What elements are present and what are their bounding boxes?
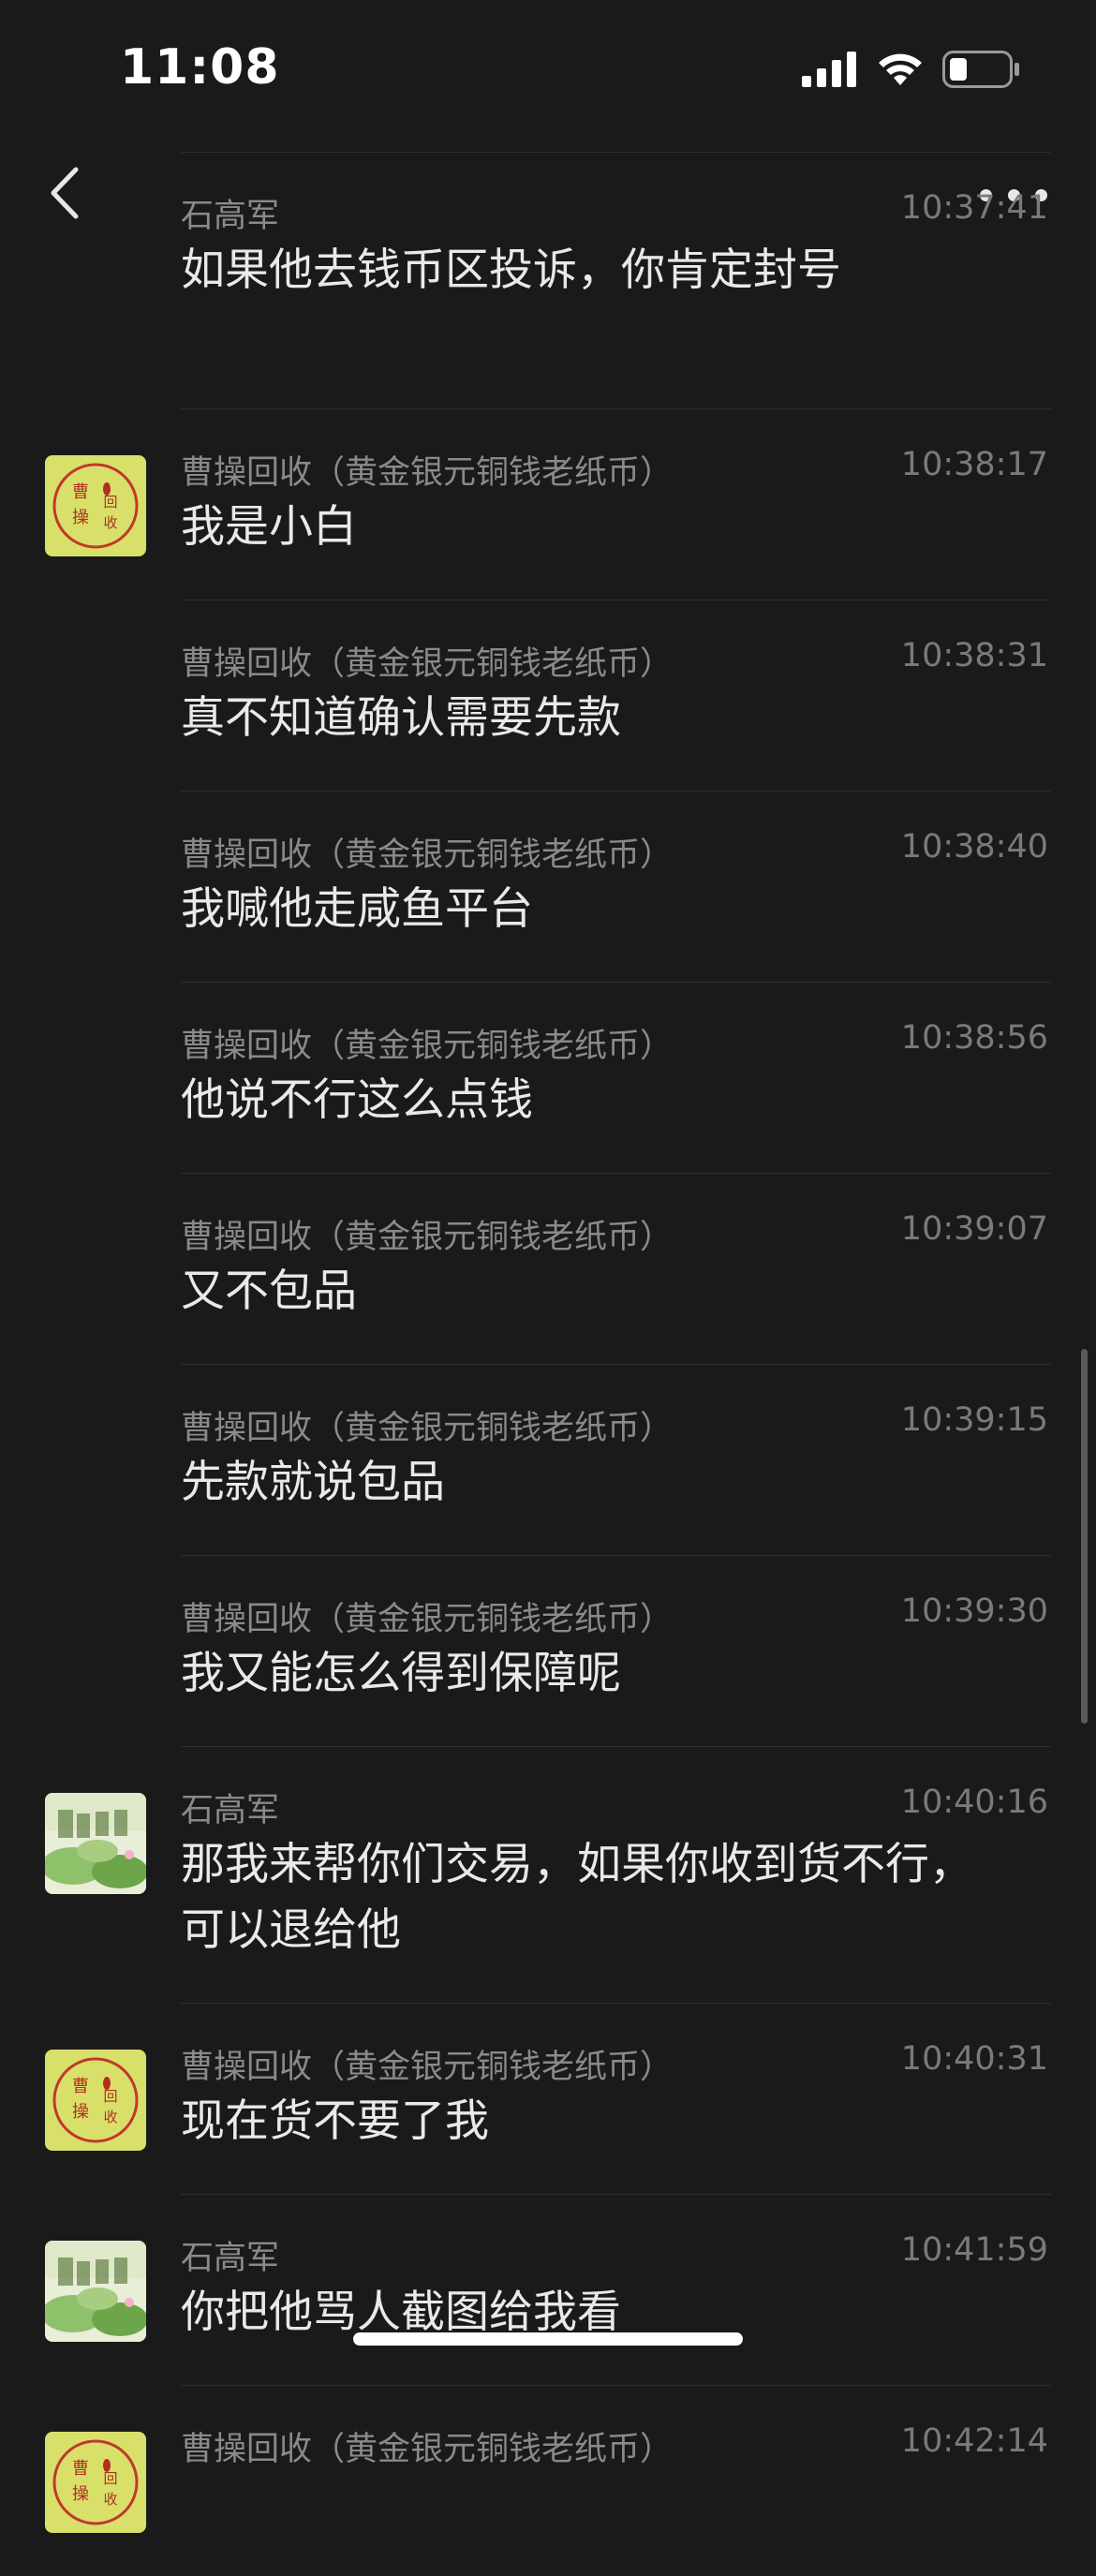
avatar-caocao[interactable]: 曹操回收 <box>45 455 146 556</box>
message-row[interactable]: 石高军 10:41:59 你把他骂人截图给我看 <box>0 2194 1096 2385</box>
caocao-seal-icon: 曹操回收 <box>45 455 146 556</box>
svg-text:曹: 曹 <box>72 2459 89 2479</box>
caocao-seal-icon: 曹操回收 <box>45 2050 146 2151</box>
battery-icon <box>942 51 1019 88</box>
message-time: 10:38:56 <box>900 1019 1048 1057</box>
svg-text:操: 操 <box>72 508 89 527</box>
landscape-painting-icon <box>45 1793 146 1894</box>
message-text[interactable]: 真不知道确认需要先款 <box>181 686 1002 751</box>
message-divider <box>181 1173 1051 1174</box>
message-sender: 曹操回收（黄金银元铜钱老纸币） <box>181 1601 674 1638</box>
status-icons <box>802 51 1021 88</box>
svg-text:回: 回 <box>103 2470 117 2487</box>
message-divider <box>181 2194 1051 2195</box>
message-divider <box>181 1555 1051 1556</box>
message-divider <box>181 1746 1051 1747</box>
message-text[interactable]: 他说不行这么点钱 <box>181 1068 1002 1133</box>
message-text[interactable]: 我是小白 <box>181 495 1002 560</box>
avatar-caocao[interactable]: 曹操回收 <box>45 2050 146 2151</box>
message-row[interactable]: 曹操回收曹操回收（黄金银元铜钱老纸币） 10:42:14 <box>0 2385 1096 2576</box>
message-time: 10:39:30 <box>900 1592 1048 1630</box>
message-time: 10:40:16 <box>900 1784 1048 1821</box>
svg-text:收: 收 <box>103 2491 117 2508</box>
message-time: 10:37:41 <box>900 189 1048 227</box>
message-time: 10:40:31 <box>900 2040 1048 2078</box>
message-time: 10:38:40 <box>900 828 1048 866</box>
wifi-icon <box>879 53 922 85</box>
message-row[interactable]: 曹操回收（黄金银元铜钱老纸币） 10:38:56 他说不行这么点钱 <box>0 982 1096 1173</box>
message-sender: 曹操回收（黄金银元铜钱老纸币） <box>181 1219 674 1256</box>
svg-text:操: 操 <box>72 2484 89 2504</box>
status-bar: 11:08 <box>0 0 1096 141</box>
message-sender: 曹操回收（黄金银元铜钱老纸币） <box>181 2431 674 2468</box>
message-sender: 曹操回收（黄金银元铜钱老纸币） <box>181 1028 674 1065</box>
message-row[interactable]: 石高军 10:37:41 如果他去钱币区投诉，你肯定封号 <box>0 152 1096 408</box>
message-time: 10:42:14 <box>900 2422 1048 2460</box>
message-row[interactable]: 曹操回收（黄金银元铜钱老纸币） 10:39:30 我又能怎么得到保障呢 <box>0 1555 1096 1746</box>
message-row[interactable]: 曹操回收（黄金银元铜钱老纸币） 10:39:07 又不包品 <box>0 1173 1096 1364</box>
message-text[interactable]: 现在货不要了我 <box>181 2089 1002 2154</box>
message-divider <box>181 791 1051 792</box>
svg-text:曹: 曹 <box>72 2077 89 2096</box>
message-sender: 曹操回收（黄金银元铜钱老纸币） <box>181 645 674 683</box>
message-row[interactable]: 石高军 10:40:16 那我来帮你们交易，如果你收到货不行，可以退给他 <box>0 1746 1096 2003</box>
svg-text:收: 收 <box>103 2109 117 2125</box>
message-text[interactable]: 先款就说包品 <box>181 1450 1002 1516</box>
svg-text:回: 回 <box>103 494 117 511</box>
landscape-painting-icon <box>45 2241 146 2342</box>
svg-text:曹: 曹 <box>72 482 89 502</box>
message-time: 10:39:15 <box>900 1401 1048 1439</box>
message-sender: 石高军 <box>181 198 280 235</box>
scrollbar[interactable] <box>1081 1349 1088 1724</box>
message-sender: 曹操回收（黄金银元铜钱老纸币） <box>181 454 674 492</box>
caocao-seal-icon: 曹操回收 <box>45 2432 146 2533</box>
message-divider <box>181 982 1051 983</box>
message-divider <box>181 2003 1051 2004</box>
message-row[interactable]: 曹操回收（黄金银元铜钱老纸币） 10:38:40 我喊他走咸鱼平台 <box>0 791 1096 982</box>
message-time: 10:38:31 <box>900 637 1048 674</box>
message-text[interactable]: 我又能怎么得到保障呢 <box>181 1641 1002 1707</box>
message-text[interactable]: 又不包品 <box>181 1259 1002 1325</box>
svg-text:收: 收 <box>103 514 117 531</box>
message-divider <box>181 1364 1051 1365</box>
message-text[interactable]: 如果他去钱币区投诉，你肯定封号 <box>181 238 1002 303</box>
message-sender: 曹操回收（黄金银元铜钱老纸币） <box>181 2049 674 2086</box>
home-indicator[interactable] <box>353 2332 743 2346</box>
message-text[interactable]: 那我来帮你们交易，如果你收到货不行，可以退给他 <box>181 1832 1002 1963</box>
message-text[interactable]: 我喊他走咸鱼平台 <box>181 877 1002 942</box>
message-sender: 石高军 <box>181 2240 280 2277</box>
status-time: 11:08 <box>120 39 280 96</box>
message-time: 10:38:17 <box>900 446 1048 483</box>
message-sender: 曹操回收（黄金银元铜钱老纸币） <box>181 836 674 874</box>
message-divider <box>181 2385 1051 2386</box>
avatar-caocao[interactable]: 曹操回收 <box>45 2432 146 2533</box>
message-time: 10:41:59 <box>900 2231 1048 2269</box>
message-row[interactable]: 曹操回收（黄金银元铜钱老纸币） 10:38:31 真不知道确认需要先款 <box>0 600 1096 791</box>
message-divider <box>181 408 1051 409</box>
message-divider <box>181 152 1051 153</box>
message-sender: 曹操回收（黄金银元铜钱老纸币） <box>181 1410 674 1447</box>
message-sender: 石高军 <box>181 1792 280 1829</box>
avatar-shigaojun[interactable] <box>45 1793 146 1894</box>
message-row[interactable]: 曹操回收曹操回收（黄金银元铜钱老纸币） 10:40:31 现在货不要了我 <box>0 2003 1096 2194</box>
svg-text:操: 操 <box>72 2102 89 2122</box>
cellular-signal-icon <box>802 52 856 87</box>
message-row[interactable]: 曹操回收（黄金银元铜钱老纸币） 10:39:15 先款就说包品 <box>0 1364 1096 1555</box>
message-row[interactable]: 曹操回收曹操回收（黄金银元铜钱老纸币） 10:38:17 我是小白 <box>0 408 1096 600</box>
svg-text:回: 回 <box>103 2088 117 2105</box>
avatar-shigaojun[interactable] <box>45 2241 146 2342</box>
message-time: 10:39:07 <box>900 1210 1048 1248</box>
